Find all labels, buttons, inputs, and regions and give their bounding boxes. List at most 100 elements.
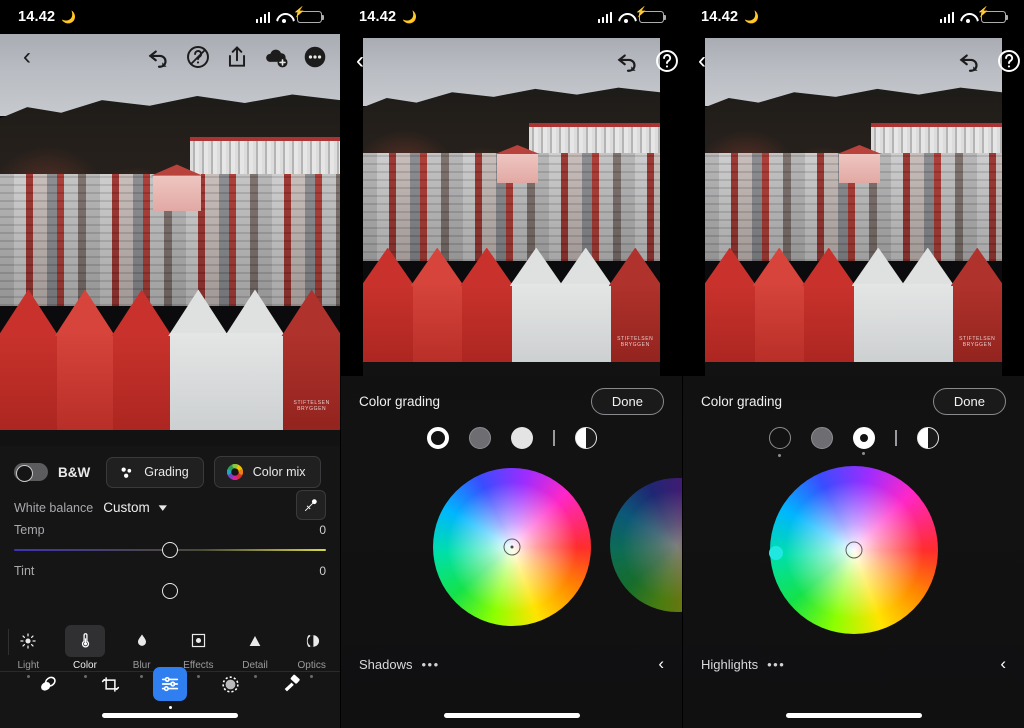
cloud-add-icon[interactable] bbox=[263, 44, 289, 70]
chip-midtones[interactable] bbox=[468, 427, 491, 449]
grading-title: Color grading bbox=[359, 394, 441, 409]
status-right: ⚡ bbox=[597, 7, 667, 24]
chip-divider bbox=[552, 430, 555, 446]
grading-header: Color grading Done bbox=[683, 376, 1024, 421]
slider-tint: Tint 0 bbox=[0, 558, 340, 599]
status-left: 14.42 🌙 bbox=[18, 9, 76, 25]
chip-blending[interactable] bbox=[916, 427, 939, 449]
sun-icon bbox=[8, 625, 48, 657]
slider-label: Temp bbox=[14, 523, 45, 537]
gable bbox=[802, 247, 856, 376]
presets-button[interactable] bbox=[29, 667, 67, 701]
undo-icon[interactable] bbox=[957, 48, 983, 74]
chip-highlights[interactable] bbox=[510, 427, 533, 449]
gable bbox=[851, 247, 905, 376]
grading-range-chips-2 bbox=[341, 421, 682, 449]
collapse-chevron-left-icon[interactable]: ‹ bbox=[658, 654, 664, 674]
more-circle-icon[interactable] bbox=[302, 44, 328, 70]
color-wheel-shadows[interactable] bbox=[432, 468, 591, 626]
help-circle-icon[interactable] bbox=[996, 48, 1022, 74]
chip-blending[interactable] bbox=[574, 427, 597, 449]
chevron-down-icon[interactable]: ▾ bbox=[158, 501, 166, 514]
chip-shadows[interactable] bbox=[426, 427, 449, 449]
back-button[interactable]: ‹ bbox=[345, 46, 375, 76]
color-wheel-next-peek[interactable] bbox=[610, 478, 682, 612]
photo-waterline bbox=[705, 362, 1002, 376]
done-button[interactable]: Done bbox=[590, 388, 664, 415]
bw-grading-row: B&W Grading Color mix bbox=[0, 446, 340, 496]
masking-button[interactable] bbox=[211, 667, 249, 701]
chip-midtones[interactable] bbox=[810, 427, 833, 449]
wifi-icon bbox=[276, 12, 291, 23]
eyedropper-button[interactable] bbox=[296, 490, 326, 520]
grading-header: Color grading Done bbox=[341, 376, 682, 421]
home-indicator bbox=[785, 713, 922, 718]
bw-label: B&W bbox=[58, 464, 91, 480]
color-grading-sheet-2: Color grading Done Shadows ••• ‹ bbox=[341, 376, 682, 728]
battery-charging-icon: ⚡ bbox=[293, 7, 325, 24]
gable bbox=[460, 247, 514, 376]
status-bar: 14.42 🌙 ⚡ bbox=[341, 0, 682, 34]
photo-image: STIFTELSEN BRYGGEN bbox=[363, 38, 660, 376]
back-button[interactable]: ‹ bbox=[687, 46, 717, 76]
color-grading-sheet-3: Color grading Done Highlights ••• ‹ bbox=[683, 376, 1024, 728]
undo-icon[interactable] bbox=[146, 44, 172, 70]
photo-sign-text: STIFTELSEN BRYGGEN bbox=[293, 400, 330, 413]
status-right: ⚡ bbox=[939, 7, 1009, 24]
help-circle-icon[interactable] bbox=[654, 48, 680, 74]
white-balance-row: White balance Custom ▾ bbox=[0, 490, 340, 520]
slider-knob[interactable] bbox=[162, 583, 178, 599]
collapse-chevron-left-icon[interactable]: ‹ bbox=[1000, 654, 1006, 674]
toolbar-dot bbox=[168, 706, 172, 709]
done-button[interactable]: Done bbox=[932, 388, 1006, 415]
edit-sliders-button[interactable] bbox=[153, 667, 187, 709]
photo-preview-3[interactable]: STIFTELSEN BRYGGEN bbox=[705, 38, 1002, 376]
crescent-moon-icon: 🌙 bbox=[61, 10, 77, 24]
photo-preview-2[interactable]: STIFTELSEN BRYGGEN bbox=[363, 38, 660, 376]
white-balance-value[interactable]: Custom bbox=[103, 500, 150, 515]
gable bbox=[752, 247, 806, 376]
gable bbox=[410, 247, 464, 376]
grading-button[interactable]: Grading bbox=[106, 456, 204, 488]
healing-button[interactable] bbox=[273, 667, 311, 701]
wheel-reticle[interactable] bbox=[503, 538, 520, 556]
photo-image: STIFTELSEN BRYGGEN bbox=[705, 38, 1002, 376]
back-button[interactable]: ‹ bbox=[12, 42, 42, 72]
slider-knob[interactable] bbox=[162, 542, 178, 558]
help-circle-icon[interactable] bbox=[185, 44, 211, 70]
photo-sign-text: STIFTELSEN BRYGGEN bbox=[959, 336, 996, 349]
gable bbox=[901, 247, 955, 376]
slider-track[interactable] bbox=[14, 542, 326, 558]
undo-icon[interactable] bbox=[615, 48, 641, 74]
top-nav-actions bbox=[146, 44, 328, 70]
active-range-label: Shadows bbox=[359, 656, 413, 672]
chip-shadows[interactable] bbox=[768, 427, 791, 457]
battery-charging-icon: ⚡ bbox=[977, 7, 1009, 24]
gable bbox=[54, 289, 116, 446]
wheel-reticle[interactable] bbox=[845, 541, 862, 559]
ellipsis-icon[interactable]: ••• bbox=[421, 657, 439, 672]
slider-label: Tint bbox=[14, 564, 35, 578]
home-indicator bbox=[102, 713, 238, 718]
photo-pink-house bbox=[496, 152, 539, 184]
photo-waterline bbox=[363, 362, 660, 376]
top-nav-actions bbox=[957, 48, 1020, 74]
share-upload-icon[interactable] bbox=[224, 44, 250, 70]
slider-track[interactable] bbox=[14, 583, 326, 599]
ellipsis-icon[interactable]: ••• bbox=[767, 657, 785, 672]
white-balance-label: White balance bbox=[14, 500, 94, 515]
luminance-handle[interactable] bbox=[769, 546, 783, 560]
gable bbox=[168, 289, 229, 446]
gable bbox=[0, 289, 59, 446]
status-bar: 14.42 🌙 ⚡ bbox=[0, 0, 340, 34]
photo-image: STIFTELSEN BRYGGEN bbox=[0, 34, 340, 446]
crop-button[interactable] bbox=[91, 667, 129, 701]
color-wheel-highlights[interactable] bbox=[769, 466, 938, 634]
chip-highlights[interactable] bbox=[852, 427, 875, 455]
bw-toggle[interactable] bbox=[14, 463, 48, 482]
gable bbox=[509, 247, 563, 376]
wifi-icon bbox=[960, 12, 975, 23]
color-mix-button[interactable]: Color mix bbox=[213, 456, 321, 488]
thermometer-icon bbox=[65, 624, 105, 657]
photo-preview-1[interactable]: STIFTELSEN BRYGGEN bbox=[0, 34, 340, 446]
